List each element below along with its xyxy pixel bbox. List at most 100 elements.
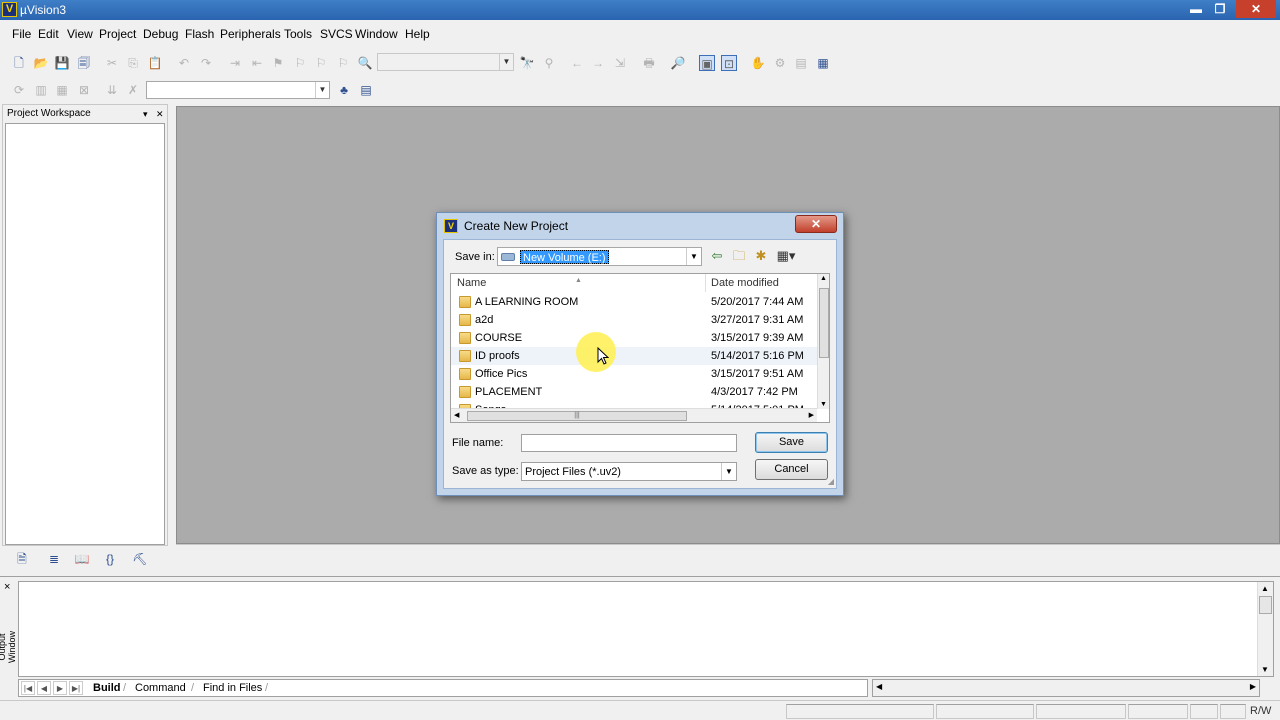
window-icon[interactable]: ▦ <box>815 55 831 71</box>
tab-build[interactable]: Build <box>93 681 121 696</box>
books-tab-icon[interactable]: 📖 <box>70 550 94 568</box>
redo-icon[interactable]: ↷ <box>198 55 214 71</box>
menu-view[interactable]: View <box>67 27 93 41</box>
save-button[interactable]: Save <box>755 432 828 453</box>
list-item[interactable]: ID proofs 5/14/2017 5:16 PM <box>451 347 817 365</box>
scroll-right-icon[interactable]: ▶ <box>809 411 814 419</box>
paste-icon[interactable]: 📋 <box>147 55 163 71</box>
unindent-icon[interactable]: ⇤ <box>249 55 265 71</box>
file-name-input[interactable] <box>521 434 737 452</box>
back-icon[interactable]: ← <box>569 55 585 71</box>
download-icon[interactable]: ⇊ <box>104 82 120 98</box>
output-toggle-icon[interactable]: ⊡ <box>721 55 737 71</box>
bookmark-prev-icon[interactable]: ⚐ <box>292 55 308 71</box>
zoom-icon[interactable]: 🔎 <box>670 55 686 71</box>
back-arrow-icon[interactable]: ⇦ <box>708 248 726 264</box>
functions-tab-icon[interactable]: {} <box>98 550 122 568</box>
files-tab-icon[interactable]: 🗎 <box>10 550 34 568</box>
menu-svcs[interactable]: SVCS <box>320 27 353 41</box>
tab-command[interactable]: Command <box>135 681 186 696</box>
indent-icon[interactable]: ⇥ <box>227 55 243 71</box>
scroll-thumb[interactable] <box>819 288 829 358</box>
list-item[interactable]: Office Pics 3/15/2017 9:51 AM <box>451 365 817 383</box>
list-item[interactable]: a2d 3/27/2017 9:31 AM <box>451 311 817 329</box>
list-item[interactable]: A LEARNING ROOM 5/20/2017 7:44 AM <box>451 293 817 311</box>
components-icon[interactable]: ♣ <box>336 82 352 98</box>
forward-icon[interactable]: → <box>590 55 606 71</box>
menu-file[interactable]: File <box>12 27 31 41</box>
menu-project[interactable]: Project <box>99 27 136 41</box>
list-horizontal-scrollbar[interactable]: ◀ ||| ▶ <box>451 408 817 422</box>
target-options-icon[interactable]: ✗ <box>125 82 141 98</box>
save-as-type-combo[interactable]: Project Files (*.uv2) ▼ <box>521 462 737 481</box>
output-close-icon[interactable]: × <box>4 581 10 593</box>
scroll-down-icon[interactable]: ▼ <box>1261 665 1269 674</box>
stop-build-icon[interactable]: ⊠ <box>76 82 92 98</box>
new-folder-icon[interactable]: ✱ <box>752 248 770 264</box>
cancel-button[interactable]: Cancel <box>755 459 828 480</box>
menu-edit[interactable]: Edit <box>38 27 59 41</box>
rebuild-icon[interactable]: ▦ <box>54 82 70 98</box>
cut-icon[interactable]: ✂ <box>104 55 120 71</box>
target-combo[interactable]: ▼ <box>146 81 330 99</box>
column-header-name[interactable]: Name ▲ <box>451 274 706 292</box>
scroll-right-icon[interactable]: ▶ <box>1250 682 1256 691</box>
menu-window[interactable]: Window <box>355 27 398 41</box>
save-all-icon[interactable]: 🗐 <box>76 55 92 71</box>
scroll-thumb[interactable] <box>1259 596 1272 614</box>
bookmark-next-icon[interactable]: ⚐ <box>313 55 329 71</box>
dialog-close-button[interactable]: ✕ <box>795 215 837 233</box>
tab-next-icon[interactable]: ▶ <box>53 681 67 695</box>
panel-menu-icon[interactable]: ▾ <box>143 107 148 121</box>
list-vertical-scrollbar[interactable]: ▲ ▼ <box>817 274 829 409</box>
config-icon[interactable]: ⚙ <box>772 55 788 71</box>
chevron-down-icon[interactable]: ▼ <box>721 463 736 480</box>
restore-button[interactable]: ❐ <box>1208 0 1232 18</box>
output-horizontal-scrollbar[interactable]: ◀ ▶ <box>872 679 1260 697</box>
replace-icon[interactable]: ⚲ <box>541 55 557 71</box>
save-icon[interactable]: 💾 <box>54 55 70 71</box>
scroll-thumb[interactable]: ||| <box>467 411 687 421</box>
view-icon[interactable]: ▤ <box>793 55 809 71</box>
build-icon[interactable]: ▥ <box>33 82 49 98</box>
undo-icon[interactable]: ↶ <box>176 55 192 71</box>
bookmark-clear-icon[interactable]: ⚐ <box>335 55 351 71</box>
print-icon[interactable]: 🖶 <box>641 55 657 71</box>
copy-icon[interactable]: ⎘ <box>125 55 141 71</box>
regs-tab-icon[interactable]: ≣ <box>42 550 66 568</box>
scroll-up-icon[interactable]: ▲ <box>820 275 827 282</box>
scroll-down-icon[interactable]: ▼ <box>820 401 827 408</box>
find-combo[interactable]: ▼ <box>377 53 514 71</box>
close-button[interactable]: ✕ <box>1236 0 1276 18</box>
menu-peripherals[interactable]: Peripherals <box>220 27 281 41</box>
resize-grip-icon[interactable]: ◢ <box>828 477 834 486</box>
find-icon[interactable]: 🔭 <box>519 55 535 71</box>
save-in-combo[interactable]: New Volume (E:) ▼ <box>497 247 702 266</box>
list-item[interactable]: PLACEMENT 4/3/2017 7:42 PM <box>451 383 817 401</box>
find-in-files-icon[interactable]: 🔍 <box>357 55 373 71</box>
menu-debug[interactable]: Debug <box>143 27 178 41</box>
workspace-toggle-icon[interactable]: ▣ <box>699 55 715 71</box>
column-header-date-modified[interactable]: Date modified <box>707 274 817 292</box>
minimize-button[interactable]: ▬ <box>1184 0 1208 18</box>
goto-icon[interactable]: ⇲ <box>612 55 628 71</box>
scroll-left-icon[interactable]: ◀ <box>876 682 882 691</box>
tab-last-icon[interactable]: ▶| <box>69 681 83 695</box>
menu-flash[interactable]: Flash <box>185 27 214 41</box>
file-list[interactable]: Name ▲ Date modified A LEARNING ROOM 5/20/… <box>450 273 830 423</box>
tab-find-in-files[interactable]: Find in Files <box>203 681 262 696</box>
templates-tab-icon[interactable]: ⛏ <box>128 550 152 568</box>
view-menu-icon[interactable]: ▦▾ <box>774 248 798 264</box>
list-item[interactable]: COURSE 3/15/2017 9:39 AM <box>451 329 817 347</box>
scroll-left-icon[interactable]: ◀ <box>454 411 459 419</box>
output-vertical-scrollbar[interactable]: ▲ ▼ <box>1257 582 1273 676</box>
translate-icon[interactable]: ⟳ <box>11 82 27 98</box>
hand-icon[interactable]: ✋ <box>750 55 766 71</box>
target-combo-arrow-icon[interactable]: ▼ <box>315 82 329 98</box>
new-file-icon[interactable]: 🗋 <box>11 55 27 71</box>
project-options-icon[interactable]: ▤ <box>358 82 374 98</box>
menu-help[interactable]: Help <box>405 27 430 41</box>
tab-prev-icon[interactable]: ◀ <box>37 681 51 695</box>
output-text-area[interactable]: ▲ ▼ <box>18 581 1274 677</box>
chevron-down-icon[interactable]: ▼ <box>686 248 701 265</box>
